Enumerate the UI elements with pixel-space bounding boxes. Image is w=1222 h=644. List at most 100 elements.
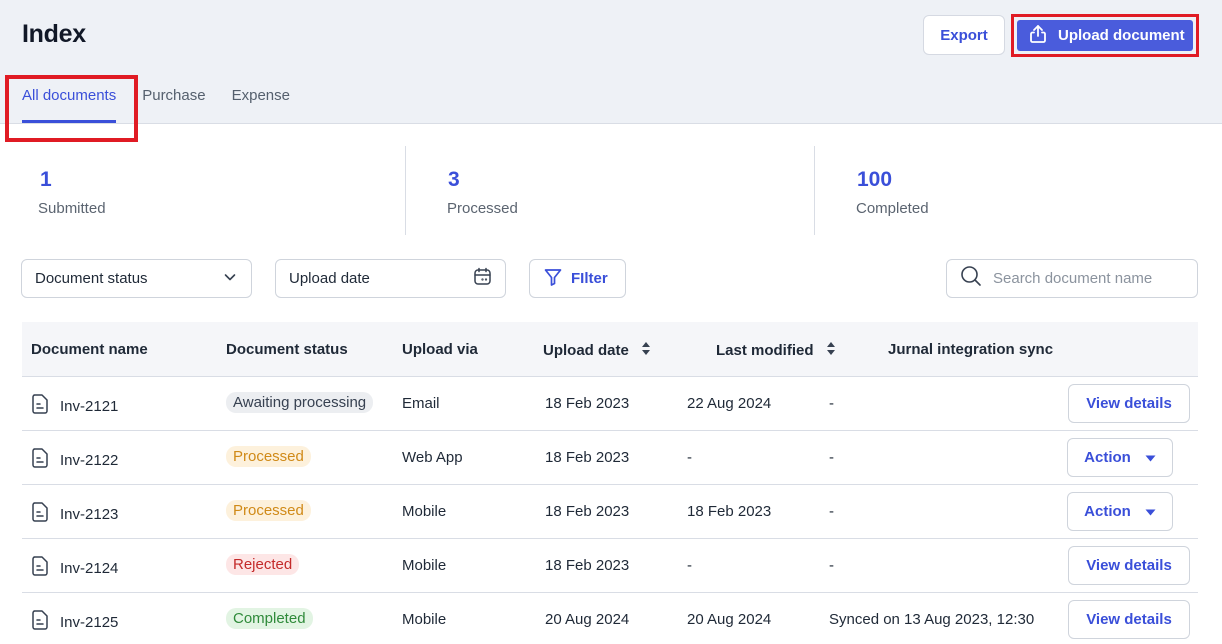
last-modified: 20 Aug 2024 [687, 611, 772, 628]
stat-label: Completed [856, 200, 929, 217]
document-icon [30, 501, 50, 527]
document-name-cell: Inv-2124 [30, 555, 118, 581]
caret-down-icon [1145, 449, 1156, 466]
stat-label: Submitted [38, 200, 106, 217]
view-details-button[interactable]: View details [1068, 384, 1190, 423]
document-icon [30, 555, 50, 581]
stat-value: 100 [857, 168, 893, 191]
column-label: Jurnal integration sync [888, 341, 1054, 358]
column-upload-via: Upload via [402, 341, 478, 358]
action-label: Action [1084, 503, 1131, 520]
caret-down-icon [1145, 503, 1156, 520]
stats-summary: 1 Submitted 3 Processed 100 Completed [0, 146, 1222, 236]
document-name: Inv-2124 [60, 559, 119, 577]
stat-value: 1 [40, 168, 52, 191]
document-icon [30, 447, 50, 473]
stat-label: Processed [447, 200, 518, 217]
status-badge: Completed [226, 608, 313, 629]
upload-via: Email [402, 395, 440, 412]
document-name-cell: Inv-2122 [30, 447, 118, 473]
stat-divider [405, 146, 406, 235]
document-name: Inv-2122 [60, 451, 119, 469]
page-header: Index Export Upload document All documen… [0, 0, 1222, 124]
search-icon [960, 265, 982, 292]
tab-expense[interactable]: Expense [232, 87, 290, 123]
table-row: Inv-2121 Awaiting processing Email 18 Fe… [22, 377, 1198, 431]
last-modified: - [687, 557, 692, 574]
filter-icon [543, 267, 563, 291]
upload-document-label: Upload document [1058, 27, 1185, 44]
calendar-icon [473, 267, 492, 290]
table-row: Inv-2122 Processed Web App 18 Feb 2023 -… [22, 431, 1198, 485]
page-title: Index [22, 20, 86, 48]
upload-icon [1027, 23, 1049, 49]
document-name-cell: Inv-2121 [30, 393, 118, 419]
upload-date-picker[interactable]: Upload date [275, 259, 506, 298]
column-label: Upload date [543, 342, 629, 359]
last-modified: 22 Aug 2024 [687, 395, 772, 412]
upload-via: Mobile [402, 503, 447, 520]
last-modified: 18 Feb 2023 [687, 503, 772, 520]
status-badge: Rejected [226, 554, 300, 575]
document-status-label: Document status [35, 270, 148, 287]
column-label: Document status [226, 341, 348, 358]
export-button[interactable]: Export [923, 15, 1005, 55]
table-row: Inv-2124 Rejected Mobile 18 Feb 2023 - -… [22, 539, 1198, 593]
upload-via: Mobile [402, 611, 447, 628]
status-badge: Processed [226, 500, 311, 521]
document-name-cell: Inv-2123 [30, 501, 118, 527]
table-row: Inv-2123 Processed Mobile 18 Feb 2023 18… [22, 485, 1198, 539]
last-modified: - [687, 449, 692, 466]
column-label: Document name [31, 341, 148, 358]
jurnal-sync: - [829, 503, 834, 520]
document-name-cell: Inv-2125 [30, 609, 118, 635]
document-status-dropdown[interactable]: Document status [21, 259, 252, 298]
search-input[interactable] [993, 270, 1183, 287]
action-dropdown-button[interactable]: Action [1067, 438, 1173, 477]
column-jurnal-sync: Jurnal integration sync [888, 341, 1053, 358]
view-details-button[interactable]: View details [1068, 546, 1190, 585]
column-label: Last modified [716, 342, 814, 359]
document-icon [30, 609, 50, 635]
upload-document-button[interactable]: Upload document [1017, 20, 1193, 51]
sort-icon[interactable] [826, 341, 836, 360]
chevron-down-icon [222, 269, 238, 289]
jurnal-sync: Synced on 13 Aug 2023, 12:30 [829, 611, 1035, 628]
upload-date: 18 Feb 2023 [545, 449, 630, 466]
jurnal-sync: - [829, 395, 834, 412]
column-label: Upload via [402, 341, 478, 358]
column-document-status: Document status [226, 341, 348, 358]
action-label: Action [1084, 449, 1131, 466]
filter-button[interactable]: FIlter [529, 259, 626, 298]
stat-value: 3 [448, 168, 460, 191]
status-badge: Processed [226, 446, 311, 467]
filter-label: FIlter [571, 270, 608, 287]
column-document-name: Document name [31, 341, 148, 358]
upload-via: Mobile [402, 557, 447, 574]
view-details-button[interactable]: View details [1068, 600, 1190, 639]
upload-via: Web App [402, 449, 463, 466]
column-upload-date[interactable]: Upload date [543, 341, 651, 360]
upload-date-label: Upload date [289, 270, 370, 287]
upload-date: 18 Feb 2023 [545, 503, 630, 520]
document-name: Inv-2123 [60, 505, 119, 523]
jurnal-sync: - [829, 449, 834, 466]
document-name: Inv-2121 [60, 397, 119, 415]
upload-button-highlight: Upload document [1011, 14, 1199, 57]
jurnal-sync: - [829, 557, 834, 574]
table-header: Document name Document status Upload via… [22, 322, 1198, 377]
stat-divider [814, 146, 815, 235]
upload-date: 20 Aug 2024 [545, 611, 630, 628]
table-row: Inv-2125 Completed Mobile 20 Aug 2024 20… [22, 593, 1198, 644]
column-last-modified[interactable]: Last modified [716, 341, 836, 360]
sort-icon[interactable] [641, 341, 651, 360]
document-name: Inv-2125 [60, 613, 119, 631]
tab-highlight-box [5, 75, 138, 142]
upload-date: 18 Feb 2023 [545, 395, 630, 412]
search-box[interactable] [946, 259, 1198, 298]
action-dropdown-button[interactable]: Action [1067, 492, 1173, 531]
document-icon [30, 393, 50, 419]
upload-date: 18 Feb 2023 [545, 557, 630, 574]
status-badge: Awaiting processing [226, 392, 374, 413]
tab-purchase[interactable]: Purchase [142, 87, 205, 123]
